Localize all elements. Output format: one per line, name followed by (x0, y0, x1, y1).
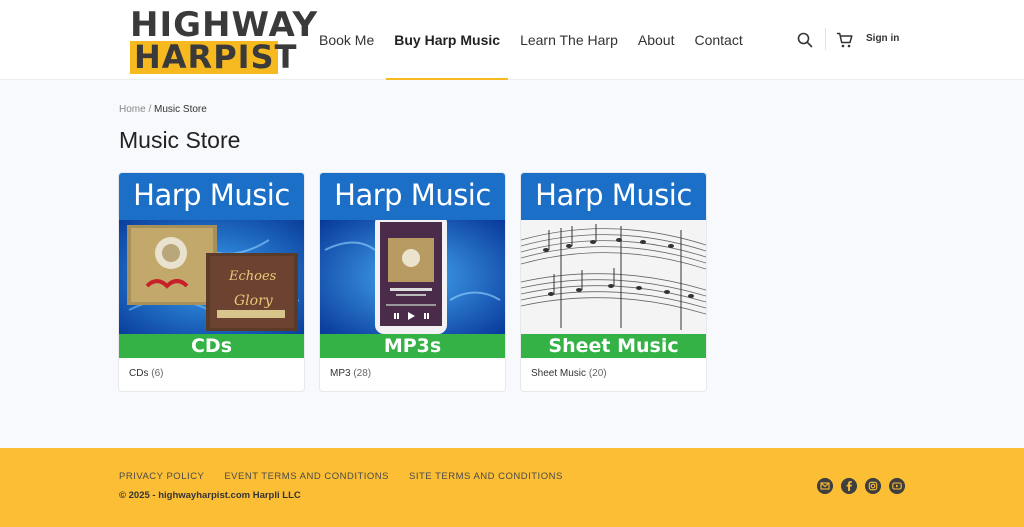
footer-link-privacy-policy[interactable]: PRIVACY POLICY (119, 471, 204, 482)
category-card-cds[interactable]: Harp Music Echoes Glory CDs CDs (6) (118, 172, 305, 392)
copyright: © 2025 - highwayharpist.com Harpli LLC (119, 490, 301, 501)
email-icon[interactable] (817, 478, 833, 494)
phone-player-illustration (320, 220, 505, 334)
category-count: (28) (353, 368, 372, 379)
page-title: Music Store (119, 127, 241, 153)
search-icon[interactable] (797, 32, 813, 48)
youtube-icon[interactable] (889, 478, 905, 494)
nav-contact[interactable]: Contact (694, 0, 742, 80)
nav-learn-the-harp[interactable]: Learn The Harp (520, 0, 618, 80)
breadcrumb-current: Music Store (154, 104, 207, 115)
site-header: HIGHWAY HARPIST Book Me Buy Harp Music L… (0, 0, 1024, 80)
card-banner-top: Harp Music (521, 173, 706, 220)
cd-cases-illustration: Echoes Glory (119, 220, 304, 334)
category-grid: Harp Music Echoes Glory CDs CDs (6) Harp… (118, 172, 721, 392)
category-name: MP3 (330, 368, 351, 379)
category-name: CDs (129, 368, 149, 379)
cart-icon[interactable] (836, 31, 854, 49)
site-footer: PRIVACY POLICY EVENT TERMS AND CONDITION… (0, 448, 1024, 527)
logo-line-2: HARPIST (134, 38, 298, 76)
svg-text:Glory: Glory (234, 293, 274, 309)
category-card-sheet-music[interactable]: Harp Music Sheet Music Sheet Music (20) (520, 172, 707, 392)
card-banner-bottom: CDs (119, 334, 304, 358)
category-count: (20) (588, 368, 607, 379)
logo-line-1: HIGHWAY (130, 5, 319, 45)
category-image-sheet-music[interactable]: Harp Music Sheet Music (521, 173, 706, 358)
card-banner-top: Harp Music (119, 173, 304, 220)
main-nav: Book Me Buy Harp Music Learn The Harp Ab… (319, 0, 763, 80)
social-links (817, 478, 913, 494)
category-image-mp3[interactable]: Harp Music MP3s (320, 173, 505, 358)
svg-text:Echoes: Echoes (228, 269, 277, 284)
card-banner-bottom: MP3s (320, 334, 505, 358)
breadcrumb: Home / Music Store (119, 104, 207, 115)
site-logo[interactable]: HIGHWAY HARPIST (128, 8, 317, 74)
category-label-sheet-music[interactable]: Sheet Music (20) (521, 358, 706, 379)
category-image-cds[interactable]: Harp Music Echoes Glory CDs (119, 173, 304, 358)
footer-link-site-terms[interactable]: SITE TERMS AND CONDITIONS (409, 471, 563, 482)
category-label-mp3[interactable]: MP3 (28) (320, 358, 505, 379)
card-banner-bottom: Sheet Music (521, 334, 706, 358)
footer-links: PRIVACY POLICY EVENT TERMS AND CONDITION… (119, 471, 583, 482)
nav-book-me[interactable]: Book Me (319, 0, 374, 80)
category-label-cds[interactable]: CDs (6) (119, 358, 304, 379)
facebook-icon[interactable] (841, 478, 857, 494)
footer-link-event-terms[interactable]: EVENT TERMS AND CONDITIONS (224, 471, 389, 482)
breadcrumb-separator: / (145, 104, 155, 115)
nav-buy-harp-music[interactable]: Buy Harp Music (386, 0, 508, 80)
category-name: Sheet Music (531, 368, 587, 379)
category-count: (6) (151, 368, 164, 379)
sheet-music-illustration (521, 220, 706, 334)
nav-about[interactable]: About (638, 0, 675, 80)
sign-in-link[interactable]: Sign in (866, 33, 899, 44)
card-banner-top: Harp Music (320, 173, 505, 220)
breadcrumb-home[interactable]: Home (119, 104, 146, 115)
header-divider (825, 28, 826, 50)
category-card-mp3[interactable]: Harp Music MP3s MP3 (28) (319, 172, 506, 392)
instagram-icon[interactable] (865, 478, 881, 494)
logo-line-2-band: HARPIST (130, 41, 296, 74)
